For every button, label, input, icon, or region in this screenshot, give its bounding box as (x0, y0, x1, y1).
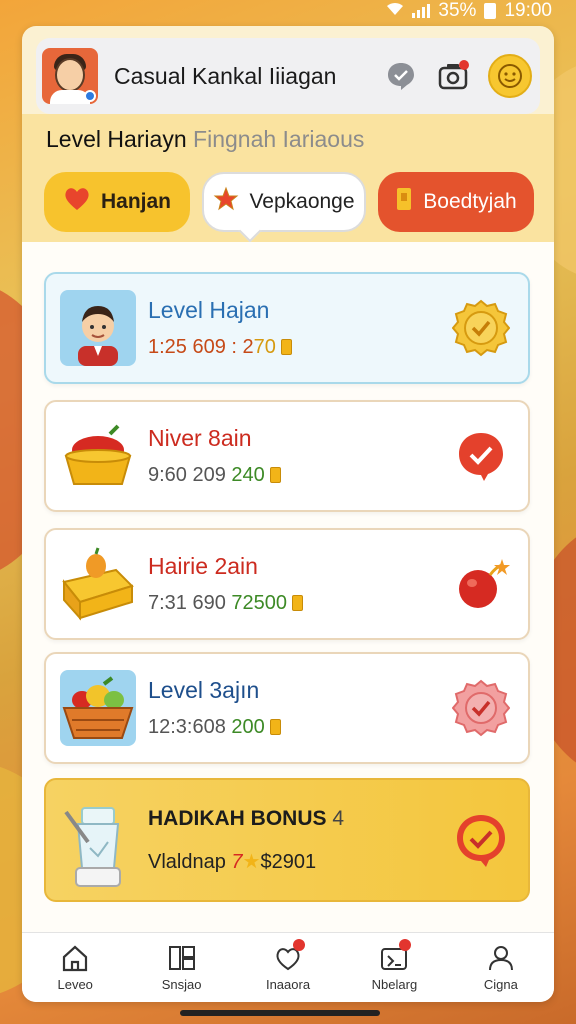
gold-badge-icon[interactable] (451, 299, 511, 357)
bonus-card[interactable]: HADIKAH BONUS 4 Vlaldnap 7★$2901 (44, 778, 530, 902)
bonus-line: Vlaldnap 7★$2901 (148, 849, 452, 874)
heart-icon (63, 186, 91, 218)
battery-icon (484, 3, 497, 19)
nav-item-inaaora[interactable]: Inaaora (235, 933, 341, 1002)
coin-icon (280, 339, 292, 355)
stat-value: 12:3:608 (148, 716, 226, 738)
status-bar: 35% 19:00 (0, 0, 576, 22)
fruit-bowl-thumb (60, 418, 136, 494)
red-check-bubble-icon[interactable] (452, 427, 510, 485)
tab-hanjan[interactable]: Hanjan (44, 172, 190, 232)
list-item[interactable]: Hairie 2ain 7:31 690 72500 (44, 528, 530, 640)
nav-item-snsjao[interactable]: Snsjao (128, 933, 234, 1002)
tab-label: Hanjan (100, 190, 171, 213)
coin-icon (292, 595, 304, 611)
section-title-muted: Fingnah Iariaous (193, 126, 365, 152)
bonus-amount: $2901 (260, 850, 317, 873)
card-title: Level Hajan (148, 297, 270, 323)
card-stats: 1:25 609 : 270 (148, 336, 452, 359)
tab-label: Boedtyjah (423, 190, 517, 213)
gift-box-thumb (60, 546, 136, 622)
home-indicator[interactable] (180, 1010, 380, 1016)
nav-label: Snsjao (161, 977, 202, 992)
nav-label: Nbelarg (371, 977, 418, 992)
stat-value: 9:60 209 (148, 464, 226, 486)
grid-icon (167, 943, 197, 973)
list-item[interactable]: Niver 8ain 9:60 209 240 (44, 400, 530, 512)
calendar-icon (379, 939, 412, 973)
card-stats: 7:31 690 72500 (148, 592, 452, 615)
star-icon (213, 186, 239, 218)
blender-thumb (60, 802, 136, 887)
stat-highlight: 200 (231, 716, 265, 738)
card-title: Niver 8ain (148, 425, 252, 451)
nav-item-cigna[interactable]: Cigna (448, 933, 554, 1002)
nav-item-leveo[interactable]: Leveo (22, 933, 128, 1002)
coin-icon (269, 719, 281, 735)
stat-value: 1:25 609 : 2 (148, 336, 254, 358)
card-stats: 9:60 209 240 (148, 464, 452, 487)
card-title: Hairie 2ain (148, 553, 258, 579)
bonus-title-suffix: 4 (332, 806, 345, 830)
smile-icon[interactable] (488, 54, 532, 98)
ticket-icon (395, 186, 413, 218)
profile-icon (486, 943, 516, 973)
section-title-main: Level Hariayn (46, 126, 187, 152)
bonus-title-text: HADIKAH BONUS (148, 806, 327, 830)
home-icon (60, 943, 90, 973)
wifi-icon (386, 0, 404, 22)
tab-boedtyjah[interactable]: Boedtyjah (378, 172, 534, 232)
nav-label: Cigna (483, 977, 518, 992)
stat-value: 7:31 690 (148, 592, 226, 614)
bonus-number: 7 (231, 850, 243, 873)
stat-highlight: 240 (231, 464, 265, 486)
tab-vepkaonge[interactable]: Vepkaonge (202, 172, 366, 232)
header-bar: Casual Kankal Iiiagan (36, 38, 540, 114)
player-avatar-thumb (60, 290, 136, 366)
list-item[interactable]: Level Hajan 1:25 609 : 270 (44, 272, 530, 384)
star-icon: ★ (242, 850, 261, 873)
signal-icon (412, 4, 431, 18)
bonus-label: Vlaldnap (148, 850, 226, 873)
bonus-title: HADIKAH BONUS 4 (148, 807, 452, 831)
tab-label: Vepkaonge (249, 190, 355, 213)
section-title: Level Hariayn Fingnah Iariaous (46, 126, 364, 153)
chat-heart-icon (273, 939, 306, 973)
bottom-nav: Leveo Snsjao Inaaora Nbelarg Cigna (22, 932, 554, 1002)
nav-label: Leveo (57, 977, 93, 992)
clock: 19:00 (504, 0, 552, 21)
pink-badge-icon[interactable] (451, 679, 511, 737)
fruit-basket-thumb (60, 670, 136, 746)
app-window: Casual Kankal Iiiagan Level Hariayn Fing… (22, 26, 554, 1002)
nav-item-nbelarg[interactable]: Nbelarg (341, 933, 447, 1002)
camera-icon[interactable] (436, 59, 470, 93)
nav-label: Inaaora (265, 977, 311, 992)
card-stats: 12:3:608 200 (148, 716, 452, 739)
chat-icon[interactable] (384, 59, 418, 93)
app-title: Casual Kankal Iiiagan (114, 62, 337, 89)
card-title: Level 3ajın (148, 677, 260, 703)
coin-icon (269, 467, 281, 483)
battery-percent: 35% (438, 0, 477, 21)
stat-highlight: 72500 (231, 592, 288, 614)
stat-highlight: 70 (253, 336, 276, 358)
avatar[interactable] (42, 48, 98, 104)
list-item[interactable]: Level 3ajın 12:3:608 200 (44, 652, 530, 764)
bomb-icon[interactable] (452, 555, 510, 613)
red-check-bubble-icon[interactable] (452, 811, 510, 869)
